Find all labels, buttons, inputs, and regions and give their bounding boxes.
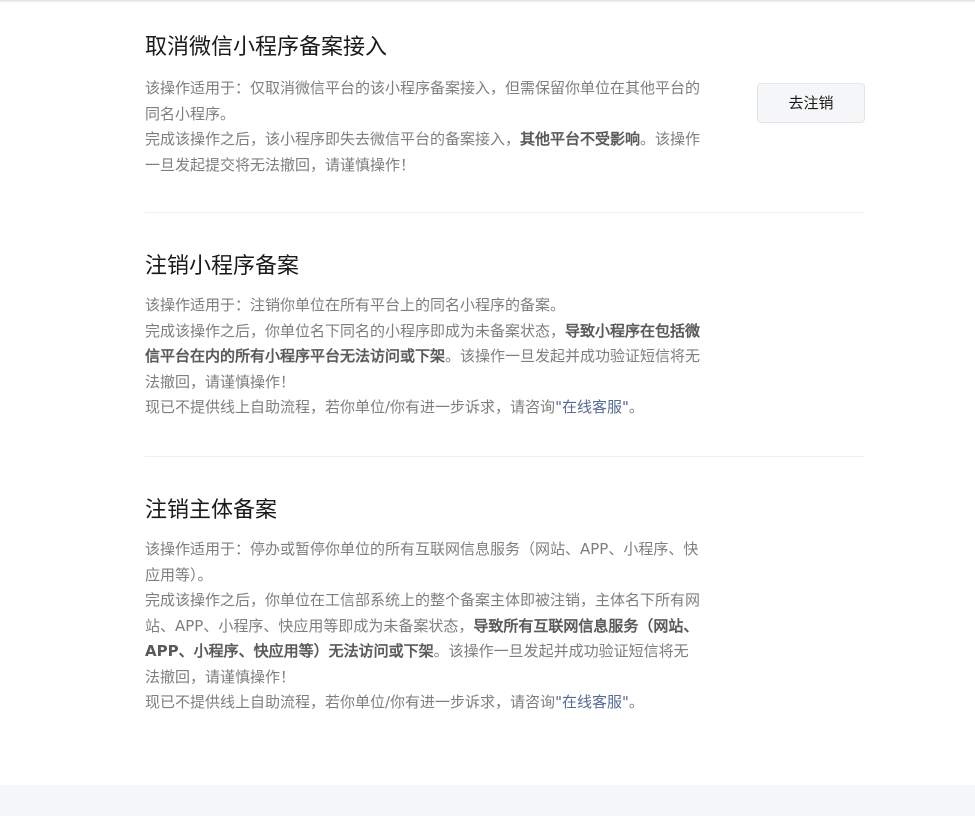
section-description: 该操作适用于：注销你单位在所有平台上的同名小程序的备案。 完成该操作之后，你单位…	[145, 293, 701, 421]
section-title: 注销小程序备案	[145, 254, 300, 279]
section-divider	[145, 456, 865, 457]
content-card: 取消微信小程序备案接入 该操作适用于：仅取消微信平台的该小程序备案接入，但需保留…	[0, 0, 975, 785]
description-line: 完成该操作之后，你单位名下同名的小程序即成为未备案状态，导致小程序在包括微信平台…	[145, 319, 701, 396]
description-line: 完成该操作之后，该小程序即失去微信平台的备案接入，其他平台不受影响。该操作一旦发…	[145, 127, 701, 178]
section-title: 注销主体备案	[145, 498, 278, 523]
description-line: 该操作适用于：注销你单位在所有平台上的同名小程序的备案。	[145, 296, 566, 314]
online-support-link[interactable]: "在线客服"	[555, 693, 629, 711]
text-segment: 完成该操作之后，该小程序即失去微信平台的备案接入，	[145, 130, 521, 148]
text-segment: 。	[628, 693, 644, 711]
section-cancel-entity-filing: 注销主体备案 该操作适用于：停办或暂停你单位的所有互联网信息服务（网站、APP、…	[145, 496, 865, 716]
section-cancel-miniprogram-filing: 注销小程序备案 该操作适用于：注销你单位在所有平台上的同名小程序的备案。 完成该…	[145, 252, 865, 421]
text-segment: 现已不提供线上自助流程，若你单位/你有进一步诉求，请咨询	[145, 398, 556, 416]
description-line: 现已不提供线上自助流程，若你单位/你有进一步诉求，请咨询"在线客服"。	[145, 690, 701, 716]
text-segment: 完成该操作之后，你单位名下同名的小程序即成为未备案状态，	[145, 321, 566, 340]
emphasis-text: 其他平台不受影响	[520, 130, 641, 148]
section-description: 该操作适用于：仅取消微信平台的该小程序备案接入，但需保留你单位在其他平台的同名小…	[145, 76, 701, 178]
section-title: 取消微信小程序备案接入	[145, 35, 388, 60]
section-divider	[145, 212, 865, 213]
text-segment: 。	[628, 398, 644, 416]
deregister-button[interactable]: 去注销	[757, 83, 865, 123]
description-line: 现已不提供线上自助流程，若你单位/你有进一步诉求，请咨询"在线客服"。	[145, 395, 701, 421]
description-line: 该操作适用于：仅取消微信平台的该小程序备案接入，但需保留你单位在其他平台的同名小…	[145, 79, 701, 123]
section-description: 该操作适用于：停办或暂停你单位的所有互联网信息服务（网站、APP、小程序、快应用…	[145, 537, 701, 716]
description-line: 该操作适用于：停办或暂停你单位的所有互联网信息服务（网站、APP、小程序、快应用…	[145, 540, 699, 584]
text-segment: 现已不提供线上自助流程，若你单位/你有进一步诉求，请咨询	[145, 693, 556, 711]
online-support-link[interactable]: "在线客服"	[555, 398, 629, 416]
description-line: 完成该操作之后，你单位在工信部系统上的整个备案主体即被注销，主体名下所有网站、A…	[145, 588, 701, 690]
